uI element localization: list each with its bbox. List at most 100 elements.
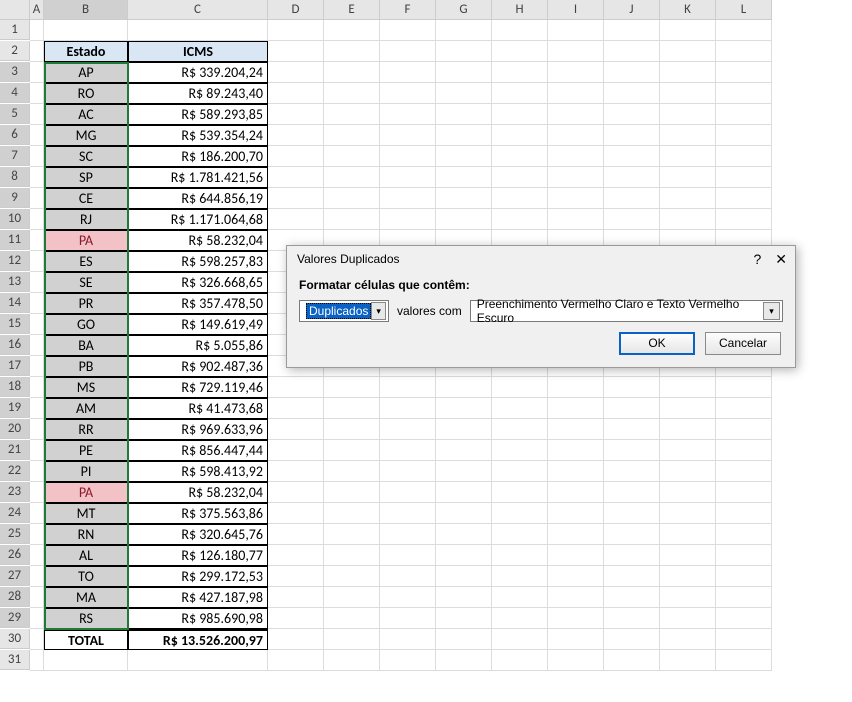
cell-G23[interactable] <box>436 482 492 503</box>
cell-E23[interactable] <box>324 482 380 503</box>
cell-D9[interactable] <box>268 188 324 209</box>
cell-C17[interactable]: R$ 902.487,36 <box>128 356 268 377</box>
row-header-28[interactable]: 28 <box>0 587 30 607</box>
cell-E2[interactable] <box>324 41 380 62</box>
cell-H2[interactable] <box>492 41 548 62</box>
cell-C22[interactable]: R$ 598.413,92 <box>128 461 268 482</box>
cell-C30[interactable]: R$ 13.526.200,97 <box>128 629 268 650</box>
cell-H10[interactable] <box>492 209 548 230</box>
cell-F8[interactable] <box>380 167 436 188</box>
cell-J18[interactable] <box>604 377 660 398</box>
cell-J24[interactable] <box>604 503 660 524</box>
cell-H7[interactable] <box>492 146 548 167</box>
cell-B24[interactable]: MT <box>44 503 128 524</box>
row-header-21[interactable]: 21 <box>0 440 30 460</box>
cell-K30[interactable] <box>660 629 716 650</box>
cell-B11[interactable]: PA <box>44 230 128 251</box>
cell-H26[interactable] <box>492 545 548 566</box>
cell-B26[interactable]: AL <box>44 545 128 566</box>
cell-I5[interactable] <box>548 104 604 125</box>
cell-G29[interactable] <box>436 608 492 629</box>
cell-A19[interactable] <box>30 398 44 419</box>
cell-I31[interactable] <box>548 650 604 671</box>
cell-F30[interactable] <box>380 629 436 650</box>
cell-H31[interactable] <box>492 650 548 671</box>
cell-H24[interactable] <box>492 503 548 524</box>
cell-I25[interactable] <box>548 524 604 545</box>
cell-B1[interactable] <box>44 20 128 41</box>
cell-C21[interactable]: R$ 856.447,44 <box>128 440 268 461</box>
cell-I21[interactable] <box>548 440 604 461</box>
ok-button[interactable]: OK <box>619 332 695 355</box>
cell-L19[interactable] <box>716 398 772 419</box>
row-header-7[interactable]: 7 <box>0 146 30 166</box>
cell-I26[interactable] <box>548 545 604 566</box>
cell-K23[interactable] <box>660 482 716 503</box>
cell-I30[interactable] <box>548 629 604 650</box>
row-header-3[interactable]: 3 <box>0 62 30 82</box>
cell-L23[interactable] <box>716 482 772 503</box>
cell-J4[interactable] <box>604 83 660 104</box>
cell-D18[interactable] <box>268 377 324 398</box>
cell-I10[interactable] <box>548 209 604 230</box>
cell-G4[interactable] <box>436 83 492 104</box>
cell-C5[interactable]: R$ 589.293,85 <box>128 104 268 125</box>
cell-F23[interactable] <box>380 482 436 503</box>
column-header-A[interactable]: A <box>30 0 44 20</box>
column-header-I[interactable]: I <box>548 0 604 20</box>
cell-F7[interactable] <box>380 146 436 167</box>
cell-D23[interactable] <box>268 482 324 503</box>
cell-L22[interactable] <box>716 461 772 482</box>
cell-L7[interactable] <box>716 146 772 167</box>
cell-E18[interactable] <box>324 377 380 398</box>
cell-L18[interactable] <box>716 377 772 398</box>
cell-L6[interactable] <box>716 125 772 146</box>
cell-I9[interactable] <box>548 188 604 209</box>
cell-D21[interactable] <box>268 440 324 461</box>
cell-G31[interactable] <box>436 650 492 671</box>
cell-J8[interactable] <box>604 167 660 188</box>
cell-I29[interactable] <box>548 608 604 629</box>
cell-H3[interactable] <box>492 62 548 83</box>
cell-C28[interactable]: R$ 427.187,98 <box>128 587 268 608</box>
cell-E30[interactable] <box>324 629 380 650</box>
cell-L28[interactable] <box>716 587 772 608</box>
cell-J20[interactable] <box>604 419 660 440</box>
column-header-H[interactable]: H <box>492 0 548 20</box>
row-header-23[interactable]: 23 <box>0 482 30 502</box>
cell-I2[interactable] <box>548 41 604 62</box>
cell-I20[interactable] <box>548 419 604 440</box>
cell-E19[interactable] <box>324 398 380 419</box>
row-header-17[interactable]: 17 <box>0 356 30 376</box>
cell-L26[interactable] <box>716 545 772 566</box>
cell-D3[interactable] <box>268 62 324 83</box>
row-header-20[interactable]: 20 <box>0 419 30 439</box>
cell-A3[interactable] <box>30 62 44 83</box>
cell-L9[interactable] <box>716 188 772 209</box>
row-header-5[interactable]: 5 <box>0 104 30 124</box>
cell-C11[interactable]: R$ 58.232,04 <box>128 230 268 251</box>
row-header-18[interactable]: 18 <box>0 377 30 397</box>
column-header-J[interactable]: J <box>604 0 660 20</box>
cell-F29[interactable] <box>380 608 436 629</box>
cell-L29[interactable] <box>716 608 772 629</box>
cell-H18[interactable] <box>492 377 548 398</box>
cell-B6[interactable]: MG <box>44 125 128 146</box>
cell-D27[interactable] <box>268 566 324 587</box>
row-header-13[interactable]: 13 <box>0 272 30 292</box>
cell-H25[interactable] <box>492 524 548 545</box>
cell-I24[interactable] <box>548 503 604 524</box>
cell-K2[interactable] <box>660 41 716 62</box>
cell-K31[interactable] <box>660 650 716 671</box>
cell-I1[interactable] <box>548 20 604 41</box>
cell-A2[interactable] <box>30 41 44 62</box>
cell-L31[interactable] <box>716 650 772 671</box>
cell-I27[interactable] <box>548 566 604 587</box>
cell-G25[interactable] <box>436 524 492 545</box>
cell-A20[interactable] <box>30 419 44 440</box>
cell-B10[interactable]: RJ <box>44 209 128 230</box>
row-header-26[interactable]: 26 <box>0 545 30 565</box>
cell-F4[interactable] <box>380 83 436 104</box>
cell-C8[interactable]: R$ 1.781.421,56 <box>128 167 268 188</box>
cell-K8[interactable] <box>660 167 716 188</box>
